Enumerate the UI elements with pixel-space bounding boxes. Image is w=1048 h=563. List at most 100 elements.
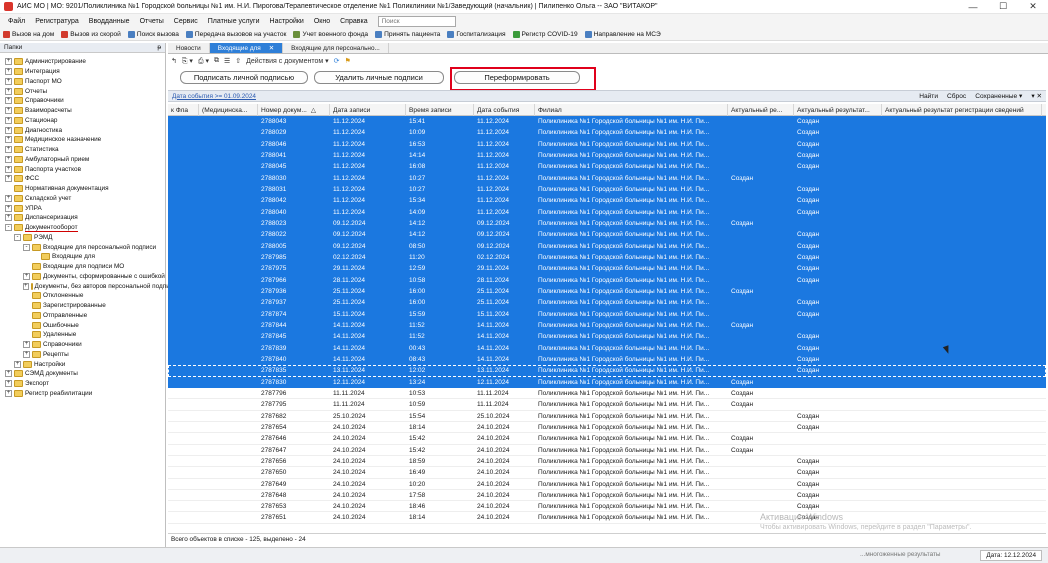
expand-icon[interactable]: +	[5, 116, 12, 124]
expand-icon[interactable]: +	[5, 146, 12, 154]
tree-node[interactable]: + Настройки	[0, 359, 165, 369]
column-header[interactable]: Номер докум... △	[258, 104, 330, 116]
tree-node[interactable]: + Экспорт	[0, 379, 165, 389]
tree-node[interactable]: Отклоненные	[0, 291, 165, 301]
quick-action[interactable]: Вызов из скорой	[61, 30, 121, 38]
menu-item[interactable]: Окно	[314, 18, 330, 25]
expand-icon[interactable]: +	[5, 155, 12, 163]
tree-node[interactable]: + Рецепты	[0, 350, 165, 360]
table-row[interactable]: 2787936 25.11.2024 16:00 25.11.2024 Поликлин…	[168, 285, 1046, 298]
pin-icon[interactable]: ᵽ	[157, 44, 161, 51]
menu-item[interactable]: Платные услуги	[208, 18, 260, 25]
document-actions-menu[interactable]: Действия с документом ▾	[246, 57, 328, 65]
tree-node[interactable]: + Складской учет	[0, 194, 165, 204]
tree-node[interactable]: + ФСС	[0, 174, 165, 184]
tree-node[interactable]: + Отчеты	[0, 86, 165, 96]
table-row[interactable]: 2787654 24.10.2024 18:14 24.10.2024 Поликлин…	[168, 422, 1046, 434]
expand-icon[interactable]: +	[23, 341, 30, 349]
filter-link[interactable]: Дата события >= 01.09.2024	[172, 93, 256, 100]
column-header[interactable]: Филиал	[535, 104, 728, 116]
document-tab[interactable]: Входящие для ✕	[209, 43, 284, 53]
table-row[interactable]: 2788043 11.12.2024 15:41 11.12.2024 Поликлин…	[168, 116, 1046, 128]
flag-icon[interactable]: ⚑	[345, 57, 351, 65]
minimize-button[interactable]: —	[958, 0, 988, 14]
column-header[interactable]: Время записи	[406, 104, 474, 116]
table-row[interactable]: 2787835 13.11.2024 12:02 13.11.2024 Поликлин…	[168, 365, 1046, 377]
menu-item[interactable]: Сервис	[174, 18, 198, 25]
duplicate-icon[interactable]: ⧉	[214, 57, 219, 65]
tree-node[interactable]: + Документы, сформированные с ошибкой	[0, 272, 165, 282]
table-row[interactable]: 2787650 24.10.2024 16:49 24.10.2024 Поликлин…	[168, 467, 1046, 479]
tree-node[interactable]: + Интеграция	[0, 67, 165, 77]
expand-icon[interactable]: +	[5, 126, 12, 134]
tree-node[interactable]: + Документы, без авторов персональной под…	[0, 281, 177, 291]
table-row[interactable]: 2788023 09.12.2024 14:12 09.12.2024 Поликлин…	[168, 217, 1046, 230]
print-icon[interactable]: ⎙ ▾	[198, 57, 209, 66]
expand-icon[interactable]: +	[5, 136, 12, 144]
tree-node[interactable]: Входящие для подписи МО	[0, 262, 165, 272]
quick-action[interactable]: Вызов на дом	[3, 30, 54, 38]
expand-icon[interactable]: +	[14, 360, 21, 368]
table-row[interactable]: 2787796 11.11.2024 10:53 11.11.2024 Поликлин…	[168, 388, 1046, 400]
expand-icon[interactable]: +	[5, 204, 12, 212]
quick-action[interactable]: Госпитализация	[447, 30, 506, 38]
tree-node[interactable]: + СЭМД документы	[0, 369, 165, 379]
table-row[interactable]: 2788045 11.12.2024 16:08 11.12.2024 Поликлин…	[168, 161, 1046, 173]
menu-item[interactable]: Регистратура	[35, 18, 79, 25]
column-header[interactable]: Актуальный результат регистрации сведени…	[882, 104, 1042, 116]
table-row[interactable]: 2787985 02.12.2024 11:20 02.12.2024 Поликлин…	[168, 251, 1046, 264]
close-tab-icon[interactable]: ✕	[269, 44, 274, 52]
saved-filters-menu[interactable]: Сохраненные ▾	[975, 92, 1022, 100]
expand-icon[interactable]: +	[23, 272, 30, 280]
expand-icon[interactable]: +	[5, 165, 12, 173]
table-row[interactable]: 2787844 14.11.2024 11:52 14.11.2024 Поликлин…	[168, 319, 1046, 332]
refresh-icon[interactable]: ⟳	[334, 57, 340, 65]
column-header[interactable]: Дата записи	[330, 104, 406, 116]
table-row[interactable]: 2787656 24.10.2024 18:59 24.10.2024 Поликлин…	[168, 456, 1046, 468]
maximize-button[interactable]: ☐	[988, 0, 1018, 14]
quick-action[interactable]: Регистр COVID-19	[512, 30, 578, 38]
expand-icon[interactable]: +	[5, 58, 12, 66]
tree-node[interactable]: Зарегистрированные	[0, 301, 165, 311]
column-header[interactable]: Актуальный результат...	[794, 104, 882, 116]
tree-node[interactable]: + Регистр реабилитации	[0, 389, 165, 399]
table-row[interactable]: 2788029 11.12.2024 10:09 11.12.2024 Поликлин…	[168, 127, 1046, 139]
expand-icon[interactable]: +	[5, 175, 12, 183]
back-icon[interactable]: ↰	[171, 57, 177, 65]
table-row[interactable]: 2787845 14.11.2024 11:52 14.11.2024 Поликлин…	[168, 331, 1046, 343]
table-row[interactable]: 2787937 25.11.2024 16:00 25.11.2024 Поликлин…	[168, 297, 1046, 309]
table-row[interactable]: 2787647 24.10.2024 15:42 24.10.2024 Поликлин…	[168, 445, 1046, 456]
table-row[interactable]: 2787682 25.10.2024 15:54 25.10.2024 Поликлин…	[168, 411, 1046, 422]
table-row[interactable]: 2787839 14.11.2024 00:43 14.11.2024 Поликлин…	[168, 342, 1046, 354]
reset-button[interactable]: Сброс	[947, 93, 966, 100]
table-row[interactable]: 2788046 11.12.2024 16:53 11.12.2024 Поликлин…	[168, 138, 1046, 150]
expand-icon[interactable]: +	[5, 77, 12, 85]
tree-node[interactable]: + Взаиморасчеты	[0, 106, 165, 116]
menu-item[interactable]: Отчеты	[140, 18, 164, 25]
table-row[interactable]: 2787966 28.11.2024 10:58 28.11.2024 Поликлин…	[168, 274, 1046, 286]
tree-node[interactable]: + Справочники	[0, 340, 165, 350]
table-row[interactable]: 2788030 11.12.2024 10:27 11.12.2024 Поликлин…	[168, 172, 1046, 184]
table-row[interactable]: 2787653 24.10.2024 18:46 24.10.2024 Поликлин…	[168, 501, 1046, 513]
tree-node[interactable]: + Статистика	[0, 145, 165, 155]
table-row[interactable]: 2787874 15.11.2024 15:59 15.11.2024 Поликлин…	[168, 308, 1046, 320]
list-icon[interactable]: ☰	[224, 57, 230, 65]
sign-personal-button[interactable]: Подписать личной подписью	[180, 71, 308, 84]
table-row[interactable]: 2787648 24.10.2024 17:58 24.10.2024 Поликлин…	[168, 490, 1046, 502]
tree-node[interactable]: - Документооборот	[0, 223, 165, 233]
collapse-icon[interactable]: -	[5, 224, 12, 232]
quick-action[interactable]: Принять пациента	[375, 30, 440, 38]
tree-node[interactable]: + Медицинское назначение	[0, 135, 165, 145]
table-row[interactable]: 2788005 09.12.2024 08:50 09.12.2024 Поликлин…	[168, 240, 1046, 252]
find-button[interactable]: Найти	[919, 93, 938, 100]
table-row[interactable]: 2787646 24.10.2024 15:42 24.10.2024 Поликлин…	[168, 433, 1046, 445]
close-button[interactable]: ✕	[1018, 0, 1048, 14]
quick-action[interactable]: Учет военного фонда	[293, 30, 368, 38]
table-row[interactable]: 2787649 24.10.2024 10:20 24.10.2024 Поликлин…	[168, 479, 1046, 490]
quick-action[interactable]: Направление на МСЭ	[584, 30, 661, 38]
expand-icon[interactable]: +	[5, 194, 12, 202]
table-row[interactable]: 2788040 11.12.2024 14:09 11.12.2024 Поликлин…	[168, 206, 1046, 218]
tree-node[interactable]: + Диспансеризация	[0, 213, 165, 223]
collapse-icon[interactable]: -	[14, 233, 21, 241]
menu-item[interactable]: Настройки	[270, 18, 304, 25]
